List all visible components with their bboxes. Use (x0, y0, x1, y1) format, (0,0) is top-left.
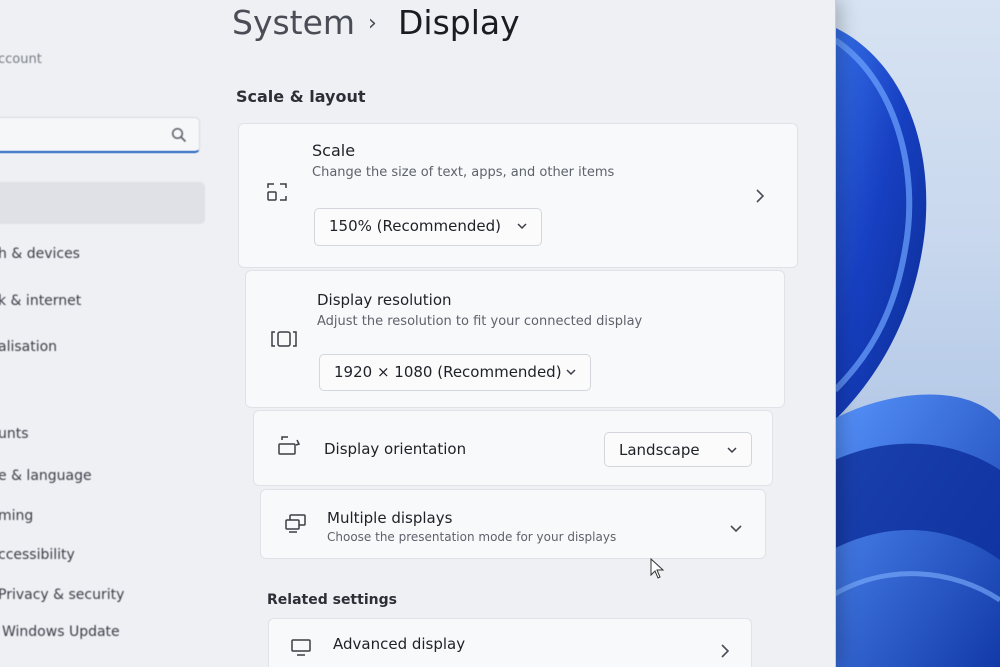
sidebar-item-network[interactable]: k & internet (0, 293, 81, 309)
advanced-display-title: Advanced display (333, 635, 466, 653)
multiple-displays-title: Multiple displays (327, 509, 453, 527)
section-title-related-settings: Related settings (267, 592, 397, 608)
chevron-down-icon (564, 365, 578, 379)
scale-card[interactable]: Scale Change the size of text, apps, and… (238, 123, 798, 268)
multiple-displays-subtitle: Choose the presentation mode for your di… (327, 530, 617, 544)
sidebar: ccount h & devices k & internet alisatio… (0, 0, 215, 667)
sidebar-item-time-language[interactable]: e & language (0, 468, 92, 484)
resolution-dropdown-value: 1920 × 1080 (Recommended) (334, 363, 562, 381)
sidebar-item-accounts[interactable]: unts (0, 426, 29, 442)
scale-title: Scale (312, 141, 356, 160)
orientation-card[interactable]: Display orientation Landscape (253, 410, 773, 486)
sidebar-item-selected[interactable] (0, 182, 205, 224)
chevron-down-icon (515, 219, 529, 233)
scale-dropdown-value: 150% (Recommended) (329, 217, 501, 235)
scale-subtitle: Change the size of text, apps, and other… (312, 165, 615, 180)
orientation-title: Display orientation (324, 440, 467, 458)
orientation-icon (276, 435, 302, 461)
orientation-dropdown-value: Landscape (619, 441, 700, 459)
sidebar-item-accessibility[interactable]: ccessibility (0, 547, 75, 563)
chevron-down-icon[interactable] (729, 520, 743, 539)
sidebar-item-windows-update[interactable]: Windows Update (2, 624, 120, 640)
multiple-displays-card[interactable]: Multiple displays Choose the presentatio… (260, 489, 766, 559)
breadcrumb-parent[interactable]: System (232, 3, 355, 42)
resolution-icon (270, 327, 298, 355)
resolution-card[interactable]: Display resolution Adjust the resolution… (245, 270, 785, 408)
orientation-dropdown[interactable]: Landscape (604, 432, 752, 467)
chevron-right-icon[interactable] (754, 188, 766, 208)
search-icon[interactable] (171, 127, 187, 143)
resolution-title: Display resolution (317, 291, 452, 309)
chevron-down-icon (725, 443, 739, 457)
scale-dropdown[interactable]: 150% (Recommended) (314, 208, 542, 246)
screen: ccount h & devices k & internet alisatio… (0, 0, 1000, 667)
sidebar-item-personalisation[interactable]: alisation (0, 339, 57, 355)
page-title: Display (398, 3, 520, 42)
advanced-display-card[interactable]: Advanced display (268, 618, 752, 667)
multiple-displays-icon (283, 512, 309, 538)
scale-icon (265, 180, 289, 208)
resolution-subtitle: Adjust the resolution to fit your connec… (317, 314, 643, 329)
chevron-right-icon[interactable] (719, 643, 731, 663)
search-box[interactable] (0, 117, 200, 153)
section-title-scale-layout: Scale & layout (236, 87, 366, 106)
desktop-wallpaper (815, 0, 1000, 667)
account-label[interactable]: ccount (0, 52, 42, 67)
search-input[interactable] (0, 124, 153, 146)
resolution-dropdown[interactable]: 1920 × 1080 (Recommended) (319, 354, 591, 391)
settings-window: ccount h & devices k & internet alisatio… (0, 0, 836, 667)
monitor-icon (289, 637, 313, 661)
breadcrumb-separator: › (368, 11, 377, 36)
sidebar-item-gaming[interactable]: ming (0, 508, 33, 524)
mouse-cursor-icon (650, 557, 666, 584)
sidebar-item-privacy[interactable]: Privacy & security (0, 587, 124, 603)
sidebar-item-bluetooth[interactable]: h & devices (0, 246, 80, 262)
main-content: System › Display Scale & layout Scale Ch… (230, 0, 810, 667)
